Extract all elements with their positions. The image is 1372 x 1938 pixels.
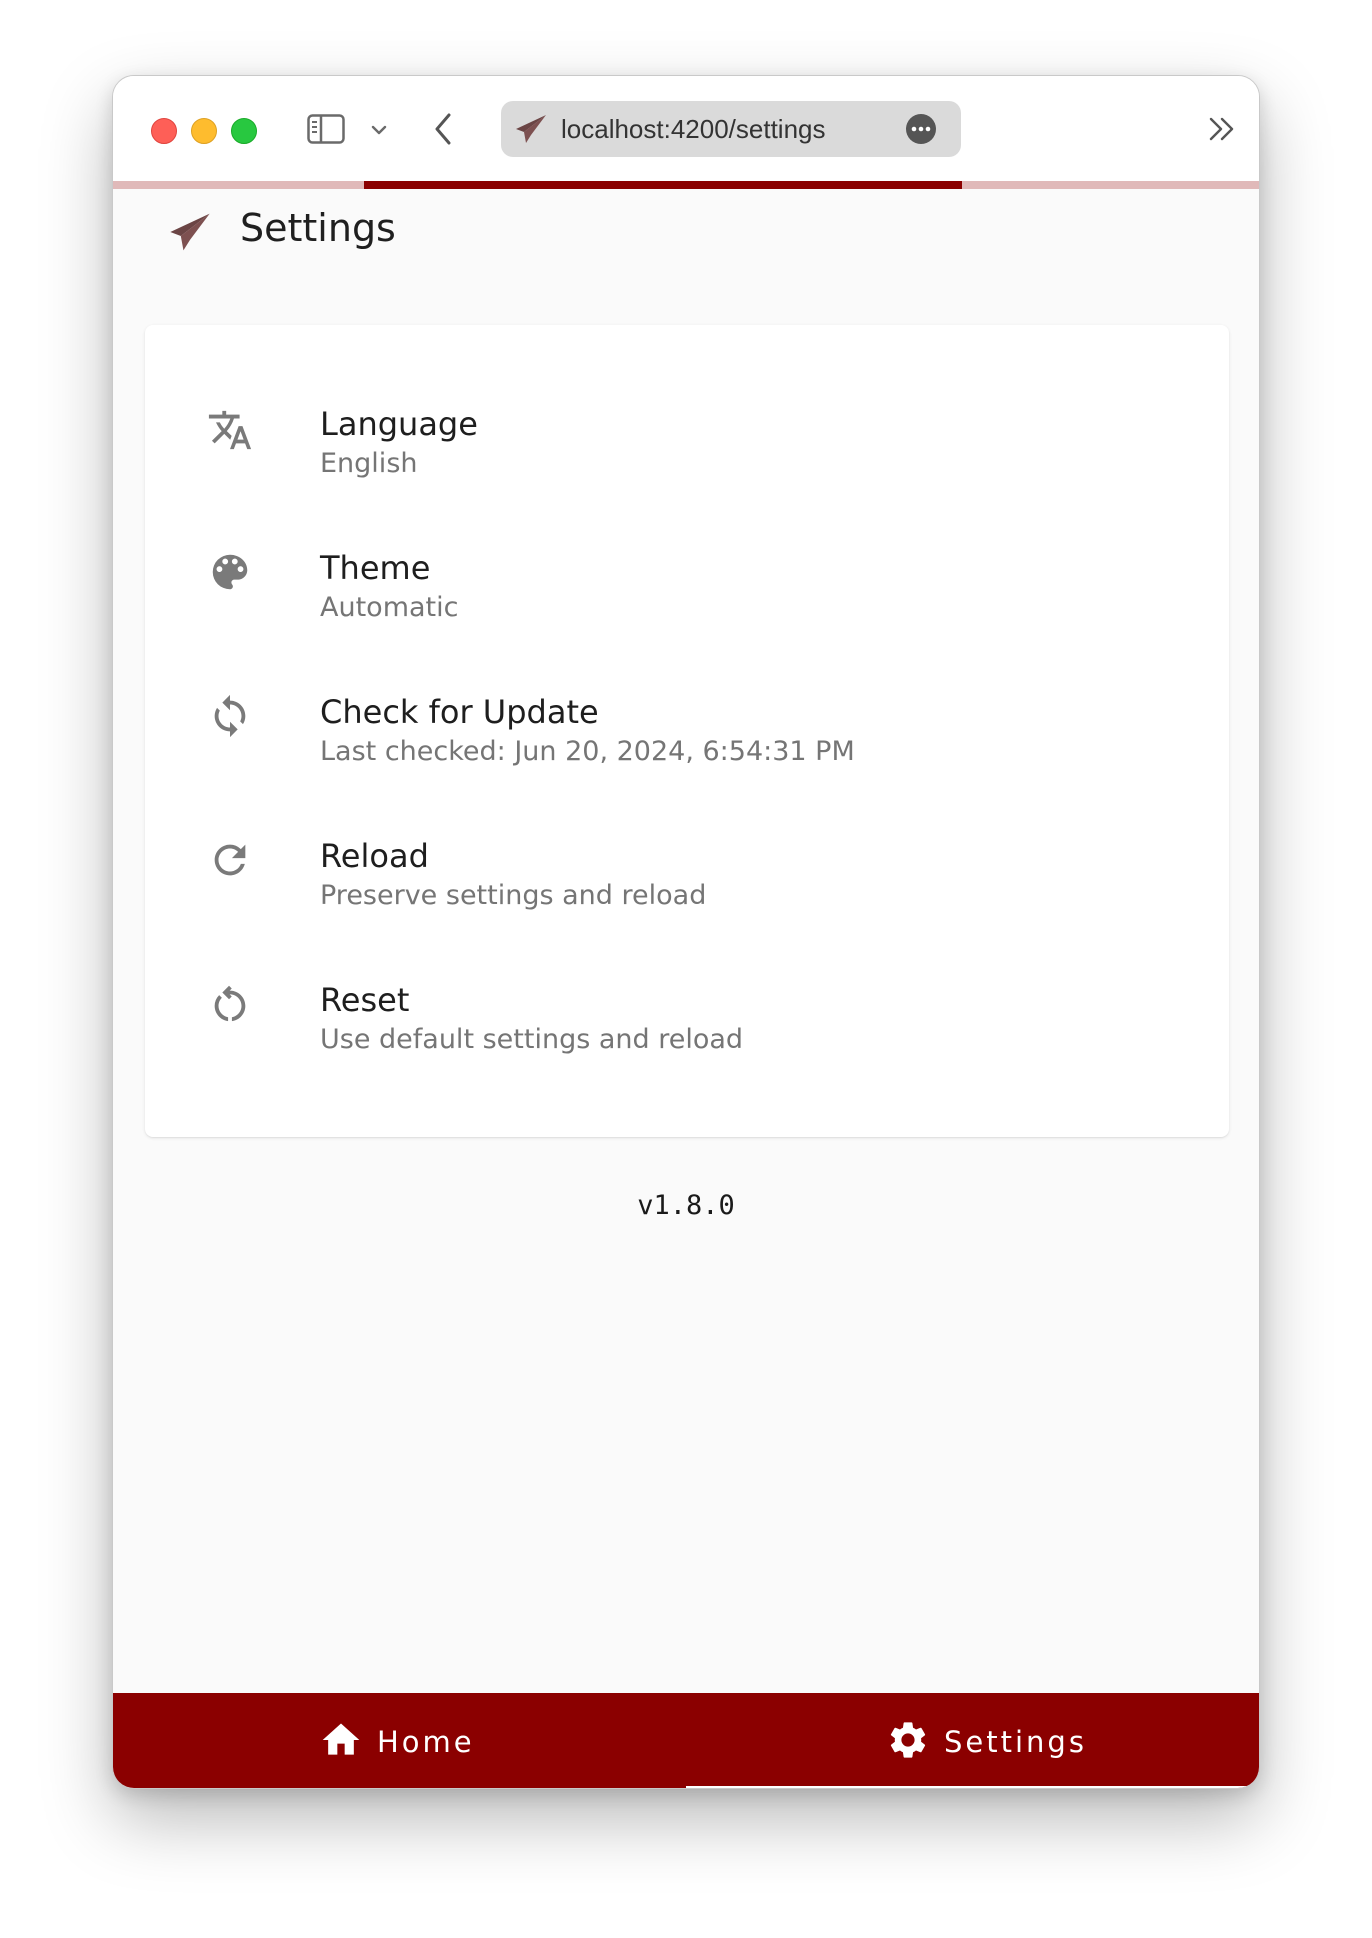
setting-subtitle: Use default settings and reload	[320, 1024, 744, 1055]
active-tab-indicator	[686, 1786, 1259, 1788]
browser-toolbar: localhost:4200/settings	[113, 76, 1259, 182]
restart-icon	[207, 981, 253, 1031]
setting-title: Reset	[320, 981, 410, 1019]
double-chevron-right-icon[interactable]	[1207, 116, 1237, 146]
refresh-icon	[207, 837, 253, 887]
settings-card: Language English Theme Automatic Check f…	[145, 325, 1229, 1137]
bottom-navigation: Home Settings	[113, 1693, 1259, 1788]
paper-plane-icon	[515, 114, 547, 148]
setting-title: Reload	[320, 837, 429, 875]
app-version: v1.8.0	[637, 1190, 735, 1221]
sidebar-toggle-icon[interactable]	[307, 114, 345, 148]
nav-tab-settings[interactable]: Settings	[686, 1693, 1259, 1788]
setting-title: Theme	[320, 549, 431, 587]
chevron-down-icon[interactable]	[371, 122, 387, 141]
page-title: Settings	[240, 206, 396, 250]
setting-reset[interactable]: Reset Use default settings and reload	[145, 961, 1229, 1105]
nav-label: Home	[377, 1724, 475, 1759]
setting-subtitle: Automatic	[320, 592, 459, 623]
nav-tab-home[interactable]: Home	[113, 1693, 686, 1788]
loading-progress-bar	[113, 181, 1259, 189]
close-window-button[interactable]	[151, 118, 177, 144]
browser-window: localhost:4200/settings Settings Languag…	[112, 75, 1260, 1789]
setting-theme[interactable]: Theme Automatic	[145, 529, 1229, 673]
sync-icon	[207, 693, 253, 743]
setting-subtitle: Preserve settings and reload	[320, 880, 707, 911]
back-arrow-icon[interactable]	[433, 112, 453, 150]
setting-subtitle: Last checked: Jun 20, 2024, 6:54:31 PM	[320, 736, 855, 767]
setting-reload[interactable]: Reload Preserve settings and reload	[145, 817, 1229, 961]
minimize-window-button[interactable]	[191, 118, 217, 144]
palette-icon	[207, 549, 253, 599]
paper-plane-icon	[169, 212, 211, 256]
translate-icon	[207, 407, 253, 457]
address-bar[interactable]: localhost:4200/settings	[501, 101, 961, 157]
setting-check-for-update[interactable]: Check for Update Last checked: Jun 20, 2…	[145, 673, 1229, 817]
setting-language[interactable]: Language English	[145, 385, 1229, 529]
nav-label: Settings	[944, 1724, 1087, 1759]
setting-title: Check for Update	[320, 693, 599, 731]
loading-progress-fill	[364, 181, 962, 189]
url-text[interactable]: localhost:4200/settings	[561, 101, 826, 157]
setting-subtitle: English	[320, 448, 418, 479]
more-options-icon[interactable]	[905, 113, 937, 149]
gear-icon	[886, 1718, 930, 1766]
zoom-window-button[interactable]	[231, 118, 257, 144]
setting-title: Language	[320, 405, 478, 443]
home-icon	[319, 1718, 363, 1766]
